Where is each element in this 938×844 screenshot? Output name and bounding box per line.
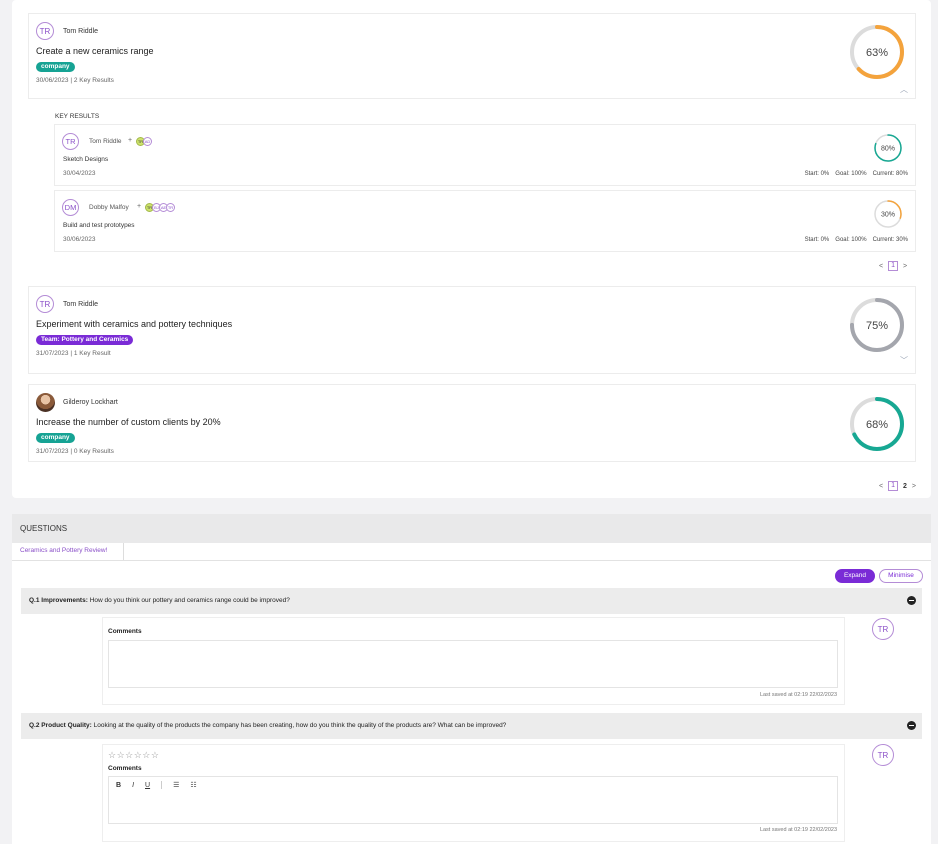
comment-editor[interactable]: [108, 776, 838, 824]
start-value: Start: 0%: [804, 237, 830, 243]
objective-title[interactable]: Experiment with ceramics and pottery tec…: [36, 319, 232, 329]
avatar: DM: [62, 199, 79, 216]
avatar: TR: [62, 133, 79, 150]
progress-value: 75%: [866, 320, 888, 332]
comments-label: Comments: [108, 765, 142, 772]
italic-icon[interactable]: I: [132, 782, 134, 789]
underline-icon[interactable]: U: [145, 782, 150, 789]
comment-editor[interactable]: [108, 640, 838, 688]
expand-button[interactable]: Expand: [835, 569, 875, 583]
chevron-up-icon[interactable]: ︿: [900, 84, 908, 95]
plus-sign: +: [137, 203, 142, 210]
key-result-card[interactable]: DM Dobby Malfoy + TR BJ AE TR Build and …: [54, 190, 916, 252]
current-value: Current: 30%: [872, 237, 908, 243]
key-result-date: 30/04/2023: [63, 170, 96, 177]
next-page-button[interactable]: >: [903, 263, 907, 270]
objective-meta: 30/06/2023 | 2 Key Results: [36, 77, 114, 84]
goal-value: Goal: 100%: [835, 171, 867, 177]
prev-page-button[interactable]: <: [879, 263, 883, 270]
last-saved: Last saved at 02:19 22/02/2023: [759, 827, 837, 833]
avatar: [36, 393, 55, 412]
last-saved: Last saved at 02:19 22/02/2023: [759, 692, 837, 698]
minimise-button[interactable]: Minimise: [879, 569, 923, 583]
collapse-icon[interactable]: [907, 596, 916, 605]
key-results-pagination: < 1 >: [879, 261, 907, 271]
question-text: Looking at the quality of the products t…: [93, 722, 507, 729]
progress-value: 63%: [866, 47, 888, 59]
owner-name: Gilderoy Lockhart: [63, 399, 118, 406]
comments-label: Comments: [108, 628, 142, 635]
objective-card[interactable]: TR Tom Riddle Experiment with ceramics a…: [28, 286, 916, 374]
progress-value: 30%: [881, 212, 895, 219]
progress-value: 68%: [866, 419, 888, 431]
chevron-down-icon[interactable]: ﹀: [900, 355, 908, 366]
numbered-list-icon[interactable]: ☷: [190, 781, 196, 789]
objectives-pagination: < 1 2 >: [879, 481, 916, 491]
key-results-heading: KEY RESULTS: [55, 113, 100, 120]
answer-box: ☆☆☆☆☆☆ Comments B I U ☰ ☷ Last saved at …: [102, 744, 845, 842]
start-value: Start: 0%: [804, 171, 830, 177]
page-1-button[interactable]: 1: [888, 261, 898, 271]
tab-ceramics-review[interactable]: Ceramics and Pottery Review!: [12, 543, 124, 560]
prev-page-button[interactable]: <: [879, 483, 883, 490]
avatar: TR: [36, 22, 54, 40]
bullet-list-icon[interactable]: ☰: [173, 781, 179, 789]
key-result-stats: Start: 0% Goal: 100% Current: 80%: [799, 171, 908, 177]
objective-badge: company: [36, 433, 75, 443]
contributor-avatar: TR: [166, 203, 175, 212]
bold-icon[interactable]: B: [116, 782, 121, 789]
objective-badge: company: [36, 62, 75, 72]
page-1-button[interactable]: 1: [888, 481, 898, 491]
collapse-icon[interactable]: [907, 721, 916, 730]
question-text: How do you think our pottery and ceramic…: [89, 597, 290, 604]
tab-divider: [12, 560, 931, 561]
editor-toolbar: B I U ☰ ☷: [116, 781, 197, 789]
avatar: TR: [36, 295, 54, 313]
key-result-title[interactable]: Sketch Designs: [63, 156, 108, 163]
question-number: Q.1 Improvements:: [29, 597, 88, 604]
progress-ring: 68%: [850, 397, 904, 451]
progress-ring: 63%: [850, 25, 904, 79]
progress-ring: 80%: [874, 134, 902, 162]
objective-card[interactable]: TR Tom Riddle Create a new ceramics rang…: [28, 13, 916, 99]
objectives-panel: TR Tom Riddle Create a new ceramics rang…: [12, 0, 931, 498]
owner-name: Tom Riddle: [89, 138, 122, 145]
question-number: Q.2 Product Quality:: [29, 722, 92, 729]
answer-box: Comments B I U ☰ ☷ Last saved at 02:19 2…: [102, 617, 845, 705]
avatar: TR: [872, 744, 894, 766]
question-header[interactable]: Q.1 Improvements: How do you think our p…: [21, 588, 922, 614]
owner-name: Tom Riddle: [63, 28, 99, 35]
progress-value: 80%: [881, 146, 895, 153]
key-result-date: 30/06/2023: [63, 236, 96, 243]
goal-value: Goal: 100%: [835, 237, 867, 243]
key-result-title[interactable]: Build and test prototypes: [63, 222, 135, 229]
toolbar-divider: [161, 781, 163, 789]
progress-ring: 75%: [850, 298, 904, 352]
owner-name: Tom Riddle: [63, 301, 99, 308]
avatar: TR: [872, 618, 894, 640]
question-header[interactable]: Q.2 Product Quality: Looking at the qual…: [21, 713, 922, 739]
key-result-card[interactable]: TR Tom Riddle + TR AD Sketch Designs 30/…: [54, 124, 916, 186]
objective-card[interactable]: Gilderoy Lockhart Increase the number of…: [28, 384, 916, 462]
page-2-button[interactable]: 2: [903, 483, 907, 490]
star-rating[interactable]: ☆☆☆☆☆☆: [108, 750, 159, 761]
questions-heading: QUESTIONS: [12, 514, 931, 543]
next-page-button[interactable]: >: [912, 483, 916, 490]
objective-badge: Team: Pottery and Ceramics: [36, 335, 134, 345]
progress-ring: 30%: [874, 200, 902, 228]
objective-meta: 31/07/2023 | 0 Key Results: [36, 448, 114, 455]
key-result-stats: Start: 0% Goal: 100% Current: 30%: [799, 237, 908, 243]
plus-sign: +: [128, 137, 133, 144]
objective-title[interactable]: Increase the number of custom clients by…: [36, 417, 221, 427]
owner-name: Dobby Malfoy: [89, 204, 129, 211]
objective-meta: 31/07/2023 | 1 Key Result: [36, 350, 111, 357]
objective-title[interactable]: Create a new ceramics range: [36, 46, 154, 56]
questions-panel: QUESTIONS Ceramics and Pottery Review! E…: [12, 514, 931, 844]
contributor-avatar: AD: [143, 137, 152, 146]
current-value: Current: 80%: [872, 171, 908, 177]
